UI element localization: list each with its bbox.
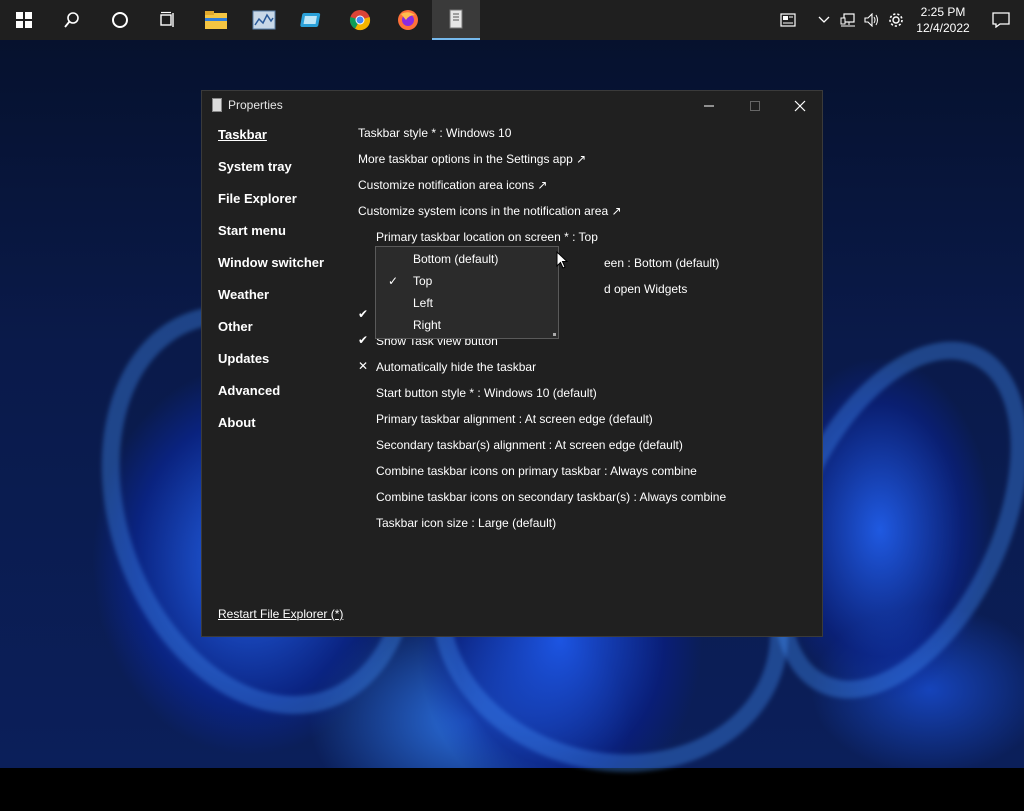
task-view-button[interactable] [144, 0, 192, 40]
nav-item-updates[interactable]: Updates [218, 351, 324, 383]
maximize-button[interactable] [732, 91, 778, 121]
notification-icons-link[interactable]: Customize notification area icons ↗ [358, 177, 547, 193]
combine-primary-option[interactable]: Combine taskbar icons on primary taskbar… [376, 463, 697, 479]
tray-overflow-button[interactable] [812, 0, 836, 40]
clock[interactable]: 2:25 PM 12/4/2022 [908, 4, 978, 36]
dropdown-item-right[interactable]: Right [376, 314, 558, 336]
nav-item-other[interactable]: Other [218, 319, 324, 351]
primary-alignment-option[interactable]: Primary taskbar alignment : At screen ed… [376, 411, 653, 427]
secondary-alignment-option[interactable]: Secondary taskbar(s) alignment : At scre… [376, 437, 683, 453]
network-icon [840, 13, 855, 27]
minimize-icon [704, 105, 714, 107]
system-tray: 2:25 PM 12/4/2022 [764, 0, 1024, 40]
dropdown-item-top[interactable]: ✓ Top [376, 270, 558, 292]
firefox-icon [398, 10, 418, 30]
windows-logo-icon [16, 12, 32, 28]
minimize-button[interactable] [686, 91, 732, 121]
nav-item-about[interactable]: About [218, 415, 324, 447]
restart-explorer-link[interactable]: Restart File Explorer (*) [218, 607, 343, 621]
location-dropdown-menu: Bottom (default) ✓ Top Left Right [375, 246, 559, 339]
resource-monitor-button[interactable] [240, 0, 288, 40]
clock-date: 12/4/2022 [916, 21, 970, 35]
secondary-location-option[interactable]: een : Bottom (default) [604, 255, 719, 271]
close-icon [794, 100, 806, 112]
x-mark-icon: ✕ [358, 359, 369, 373]
notification-icon [992, 12, 1010, 28]
widgets-option[interactable]: d open Widgets [604, 281, 687, 297]
start-style-option[interactable]: Start button style * : Windows 10 (defau… [376, 385, 597, 401]
clock-time: 2:25 PM [920, 5, 966, 19]
task-view-icon [160, 11, 174, 27]
resize-grip[interactable] [553, 333, 556, 336]
chrome-button[interactable] [336, 0, 384, 40]
nav-item-file-explorer[interactable]: File Explorer [218, 191, 324, 223]
resource-monitor-icon [252, 10, 276, 30]
icon-size-option[interactable]: Taskbar icon size : Large (default) [376, 515, 556, 531]
gear-icon [889, 13, 903, 27]
sidebar-nav: Taskbar System tray File Explorer Start … [218, 127, 324, 447]
window-title: Properties [228, 98, 283, 112]
properties-app-icon [449, 9, 463, 29]
news-widget-button[interactable] [764, 0, 812, 40]
maximize-icon [750, 101, 760, 111]
notification-center-button[interactable] [978, 0, 1024, 40]
nav-item-weather[interactable]: Weather [218, 287, 324, 319]
nav-item-system-tray[interactable]: System tray [218, 159, 324, 191]
search-button[interactable] [48, 0, 96, 40]
combine-secondary-option[interactable]: Combine taskbar icons on secondary taskb… [376, 489, 726, 505]
start-button[interactable] [0, 0, 48, 40]
nav-item-advanced[interactable]: Advanced [218, 383, 324, 415]
speaker-icon [864, 13, 878, 27]
dropdown-item-bottom[interactable]: Bottom (default) [376, 248, 558, 270]
cortana-button[interactable] [96, 0, 144, 40]
news-icon [780, 13, 796, 27]
dropdown-item-label: Top [413, 274, 433, 288]
taskbar-style-option[interactable]: Taskbar style * : Windows 10 [358, 125, 511, 141]
search-icon [64, 12, 79, 28]
properties-window: Properties Taskbar System tray File Expl… [201, 90, 823, 637]
properties-app-icon [212, 98, 222, 112]
nav-item-start-menu[interactable]: Start menu [218, 223, 324, 255]
volume-button[interactable] [860, 0, 884, 40]
chevron-up-icon [818, 16, 830, 23]
primary-location-option[interactable]: Primary taskbar location on screen * : T… [376, 229, 598, 245]
folder-icon [205, 11, 227, 29]
cortana-icon [112, 12, 128, 28]
mouse-cursor-icon [556, 251, 569, 269]
nav-item-taskbar[interactable]: Taskbar [218, 127, 324, 159]
check-icon: ✔ [358, 333, 369, 347]
app-icon [300, 13, 321, 27]
properties-app-button[interactable] [432, 0, 480, 40]
network-button[interactable] [836, 0, 860, 40]
chrome-icon [349, 10, 371, 31]
auto-hide-option[interactable]: Automatically hide the taskbar [376, 359, 536, 375]
title-bar[interactable]: Properties [202, 91, 822, 121]
firefox-button[interactable] [384, 0, 432, 40]
app-button[interactable] [288, 0, 336, 40]
file-explorer-button[interactable] [192, 0, 240, 40]
settings-button[interactable] [884, 0, 908, 40]
more-options-link[interactable]: More taskbar options in the Settings app… [358, 151, 586, 167]
nav-item-window-switcher[interactable]: Window switcher [218, 255, 324, 287]
taskbar: 2:25 PM 12/4/2022 [0, 0, 1024, 40]
check-icon: ✓ [388, 274, 399, 288]
check-icon: ✔ [358, 307, 369, 321]
dropdown-item-left[interactable]: Left [376, 292, 558, 314]
system-icons-link[interactable]: Customize system icons in the notificati… [358, 203, 622, 219]
close-button[interactable] [777, 91, 823, 121]
